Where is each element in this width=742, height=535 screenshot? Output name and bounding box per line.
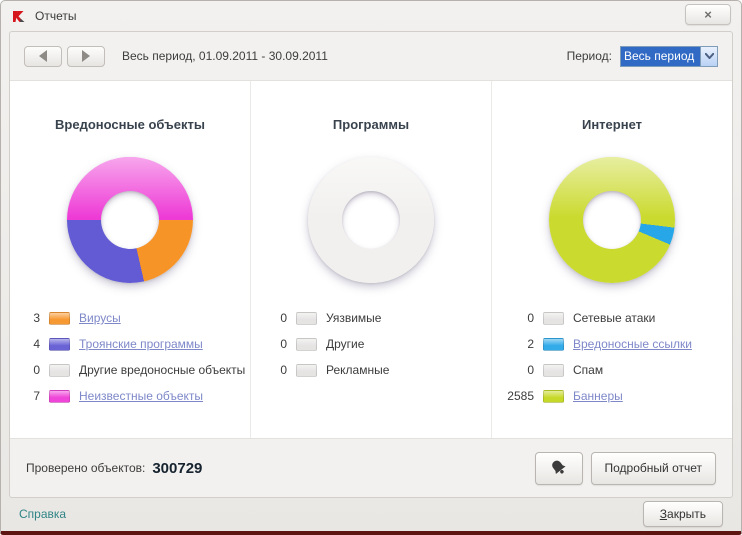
internet-donut-chart: [549, 157, 675, 283]
previous-period-button[interactable]: [24, 45, 62, 67]
close-window-button[interactable]: ×: [685, 4, 731, 25]
programs-donut-chart: [308, 157, 434, 283]
left-arrow-icon: [39, 50, 47, 62]
unknown-objects-link[interactable]: Неизвестные объекты: [79, 389, 203, 403]
legend-swatch-gray: [543, 363, 564, 377]
close-button-label: акрыть: [667, 507, 706, 521]
legend-swatch-orange: [49, 311, 70, 325]
malicious-objects-column: Вредоносные объекты 3 Вирусы 4 Троянские…: [10, 81, 250, 438]
legend-swatch-gray: [296, 363, 317, 377]
programs-column: Программы 0 Уязвимые 0 Другие 0 Рекламны…: [250, 81, 491, 438]
chart-title: Интернет: [581, 117, 642, 132]
right-arrow-icon: [82, 50, 90, 62]
charts-area: Вредоносные объекты 3 Вирусы 4 Троянские…: [10, 80, 732, 439]
legend-row: 0 Рекламные: [251, 357, 491, 383]
legend-row: 0 Уязвимые: [251, 305, 491, 331]
title-bar: Отчеты ×: [1, 1, 741, 31]
legend-row: 2 Вредоносные ссылки: [492, 331, 732, 357]
legend-row: 0 Другие: [251, 331, 491, 357]
detailed-report-button[interactable]: Подробный отчет: [590, 451, 716, 485]
legend-value: 0: [527, 311, 534, 325]
period-label: Период:: [566, 49, 612, 63]
close-dialog-button[interactable]: Закрыть: [642, 501, 723, 527]
legend-row: 3 Вирусы: [10, 305, 250, 331]
period-range-text: Весь период, 01.09.2011 - 30.09.2011: [122, 49, 328, 63]
vulnerable-label: Уязвимые: [326, 311, 382, 325]
detailed-report-label: Подробный отчет: [604, 461, 702, 475]
legend-row: 0 Сетевые атаки: [492, 305, 732, 331]
network-attacks-label: Сетевые атаки: [573, 311, 656, 325]
spam-label: Спам: [573, 363, 604, 377]
summary-bar: Проверено объектов: 300729 Подробный отч…: [10, 439, 732, 497]
bell-icon: [551, 460, 566, 474]
legend-swatch-gray: [49, 363, 70, 377]
combo-dropdown-button[interactable]: [700, 46, 717, 66]
legend-value: 4: [33, 337, 40, 351]
period-select[interactable]: Весь период: [620, 45, 718, 67]
viruses-link[interactable]: Вирусы: [79, 311, 121, 325]
legend: 3 Вирусы 4 Троянские программы 0 Другие …: [10, 305, 250, 409]
legend-value: 3: [33, 311, 40, 325]
malicious-links-link[interactable]: Вредоносные ссылки: [573, 337, 692, 351]
close-button-accel: З: [659, 507, 668, 521]
other-programs-label: Другие: [326, 337, 365, 351]
legend-swatch-gray: [296, 337, 317, 351]
main-panel: Весь период, 01.09.2011 - 30.09.2011 Пер…: [9, 31, 733, 498]
legend-value: 0: [280, 311, 287, 325]
legend-swatch-gray: [543, 311, 564, 325]
window-title: Отчеты: [35, 9, 77, 23]
scanned-objects-value: 300729: [152, 459, 203, 477]
chevron-down-icon: [704, 53, 714, 59]
footer: Справка Закрыть: [1, 497, 741, 531]
banners-link[interactable]: Баннеры: [573, 389, 623, 403]
help-link[interactable]: Справка: [19, 507, 66, 521]
legend-swatch-blue: [543, 337, 564, 351]
other-malware-label: Другие вредоносные объекты: [79, 363, 246, 377]
toolbar: Весь период, 01.09.2011 - 30.09.2011 Пер…: [10, 32, 732, 80]
legend-value: 0: [280, 363, 287, 377]
legend: 0 Сетевые атаки 2 Вредоносные ссылки 0 С…: [492, 305, 732, 409]
legend-value: 7: [33, 389, 40, 403]
malicious-objects-donut-chart: [67, 157, 193, 283]
legend-row: 7 Неизвестные объекты: [10, 383, 250, 409]
legend-value: 0: [527, 363, 534, 377]
legend-row: 0 Другие вредоносные объекты: [10, 357, 250, 383]
internet-column: Интернет 0 Сетевые атаки 2 Вредоносные с…: [491, 81, 732, 438]
legend-row: 0 Спам: [492, 357, 732, 383]
next-period-button[interactable]: [67, 45, 105, 67]
adware-label: Рекламные: [326, 363, 390, 377]
close-icon: ×: [704, 7, 712, 22]
legend-value: 2: [527, 337, 534, 351]
chart-title: Программы: [332, 117, 410, 132]
legend-swatch-magenta: [49, 389, 70, 403]
legend-row: 2585 Баннеры: [492, 383, 732, 409]
reports-window: Отчеты × Весь период, 01.09.2011 - 30.09…: [0, 0, 742, 535]
legend-swatch-violet: [49, 337, 70, 351]
legend: 0 Уязвимые 0 Другие 0 Рекламные: [251, 305, 491, 383]
legend-value: 0: [33, 363, 40, 377]
legend-swatch-lime: [543, 389, 564, 403]
legend-swatch-gray: [296, 311, 317, 325]
trojans-link[interactable]: Троянские программы: [79, 337, 203, 351]
kaspersky-logo-icon: [13, 10, 25, 22]
legend-value: 0: [280, 337, 287, 351]
chart-title: Вредоносные объекты: [55, 117, 205, 132]
period-selected-value: Весь период: [621, 46, 700, 66]
scanned-objects-label: Проверено объектов:: [26, 461, 146, 475]
legend-row: 4 Троянские программы: [10, 331, 250, 357]
notifications-button[interactable]: [534, 451, 583, 485]
legend-value: 2585: [507, 389, 534, 403]
